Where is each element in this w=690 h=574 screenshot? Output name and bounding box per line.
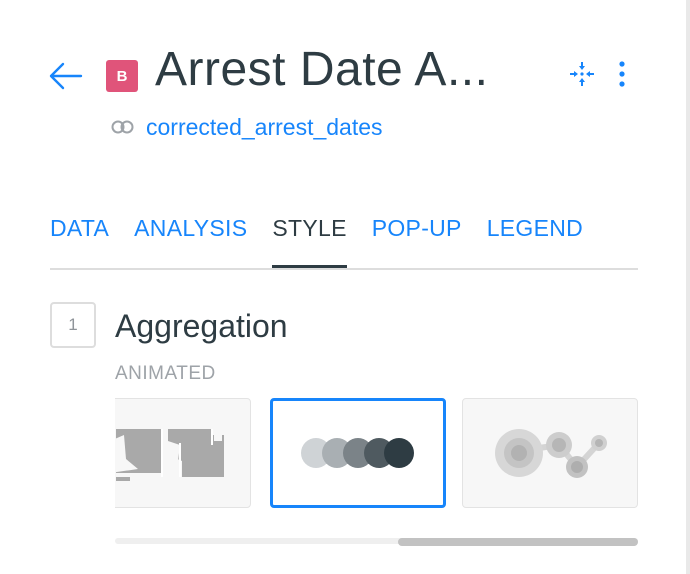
collapse-button[interactable]	[564, 56, 600, 92]
aggregation-option-grid[interactable]	[115, 398, 251, 508]
carousel-scrollbar-thumb[interactable]	[398, 538, 638, 546]
tab-legend[interactable]: LEGEND	[487, 206, 583, 266]
aggregation-option-animated[interactable]	[270, 398, 446, 508]
source-row: corrected_arrest_dates	[110, 112, 383, 142]
section-title: Aggregation	[115, 308, 288, 344]
aggregation-carousel	[115, 398, 638, 510]
grid-aggregation-icon	[115, 429, 224, 481]
toggle-link-icon	[111, 120, 134, 134]
source-link[interactable]: corrected_arrest_dates	[146, 114, 383, 141]
aggregation-option-heatmap[interactable]	[462, 398, 638, 508]
vertical-dots-icon	[619, 61, 625, 87]
tab-data[interactable]: DATA	[50, 206, 109, 266]
animated-dots-icon	[301, 438, 414, 468]
layer-title[interactable]: Arrest Date A...	[155, 40, 488, 100]
panel-edge	[686, 0, 690, 574]
tab-style[interactable]: STYLE	[272, 206, 347, 268]
tab-bar: DATA ANALYSIS STYLE POP-UP LEGEND	[50, 206, 638, 270]
step-number: 1	[50, 302, 96, 348]
tab-analysis[interactable]: ANALYSIS	[134, 206, 247, 266]
more-options-button[interactable]	[606, 56, 638, 92]
tab-pop-up[interactable]: POP-UP	[372, 206, 462, 266]
arrow-left-icon	[49, 62, 83, 90]
layer-badge: B	[106, 60, 138, 92]
collapse-arrows-icon	[570, 62, 594, 86]
section-subtitle: ANIMATED	[115, 363, 216, 384]
heatmap-bubbles-icon	[495, 429, 607, 478]
back-button[interactable]	[48, 58, 84, 94]
